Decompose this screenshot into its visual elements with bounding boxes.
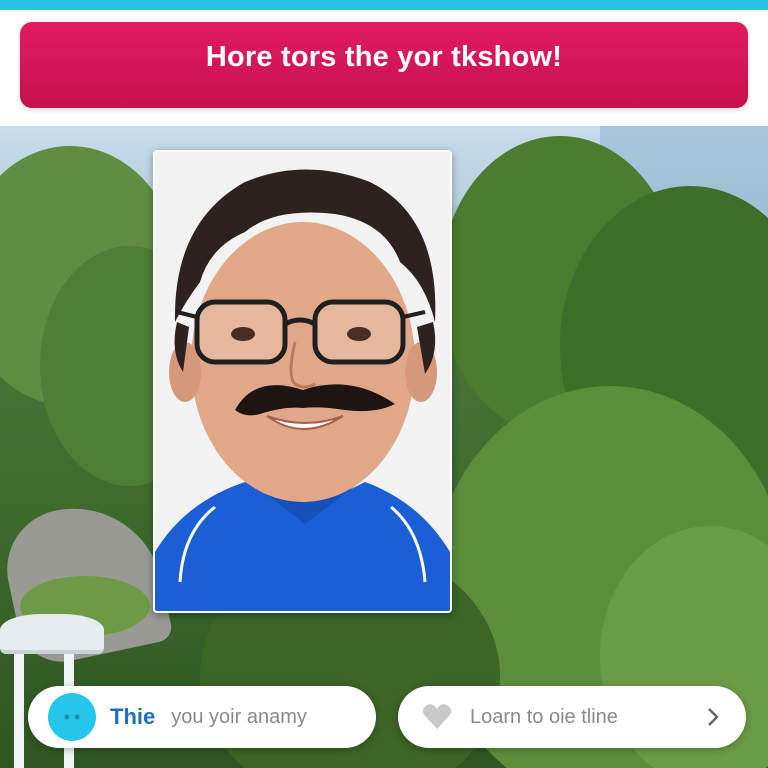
left-action-pill[interactable]: Thie you yoir anamy [28, 686, 376, 748]
face-dots-icon [64, 714, 80, 720]
top-accent-strip [0, 0, 768, 10]
right-action-pill[interactable]: Loarn to oie tline [398, 686, 746, 748]
heart-icon [422, 704, 452, 729]
title-banner[interactable]: Hore tors the yor tkshow! [20, 22, 748, 108]
chevron-right-icon[interactable] [706, 706, 720, 728]
right-pill-label: Loarn to oie tline [470, 705, 618, 728]
left-pill-strong-label: Thie [110, 704, 156, 729]
banner-title: Hore tors the yor tkshow! [205, 40, 563, 73]
avatar-icon [48, 693, 96, 741]
portrait-photo[interactable] [153, 150, 452, 613]
portrait-illustration [155, 152, 450, 611]
header: Hore tors the yor tkshow! [0, 10, 768, 126]
left-pill-muted-label: you yoir anamy [171, 705, 307, 728]
gazebo-roof [0, 614, 104, 654]
gazebo-post [14, 654, 24, 768]
